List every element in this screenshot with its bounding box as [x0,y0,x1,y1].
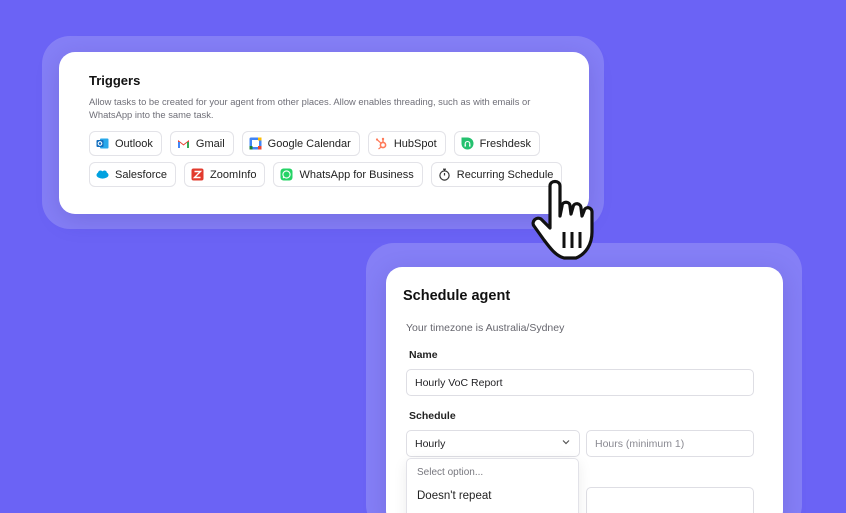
trigger-label: HubSpot [393,137,437,150]
name-label: Name [409,349,438,361]
dropdown-placeholder: Select option... [417,467,484,478]
zoominfo-icon [191,168,204,181]
name-field[interactable]: Hourly VoC Report [406,369,754,396]
trigger-outlook-button[interactable]: Outlook [89,131,162,156]
hours-input-placeholder: Hours (minimum 1) [595,437,685,450]
hand-pointer-cursor-icon [531,179,594,260]
schedule-title: Schedule agent [403,288,511,304]
frequency-dropdown-menu: Select option... Doesn't repeat [406,458,579,513]
triggers-card: Triggers Allow tasks to be created for y… [59,52,589,214]
trigger-salesforce-button[interactable]: Salesforce [89,162,176,187]
triggers-title: Triggers [89,73,141,88]
trigger-label: Salesforce [115,168,167,181]
google-calendar-icon [249,137,262,150]
trigger-label: ZoomInfo [209,168,257,181]
schedule-agent-dialog: Schedule agent Your timezone is Australi… [386,267,783,513]
trigger-label: Google Calendar [267,137,351,150]
trigger-label: WhatsApp for Business [299,168,414,181]
trigger-label: Freshdesk [479,137,531,150]
trigger-hubspot-button[interactable]: HubSpot [367,131,446,156]
trigger-whatsapp-button[interactable]: WhatsApp for Business [273,162,423,187]
schedule-label: Schedule [409,410,456,422]
trigger-label: Gmail [195,137,225,150]
dropdown-option-doesnt-repeat[interactable]: Doesn't repeat [407,478,578,502]
triggers-description: Allow tasks to be created for your agent… [89,96,531,120]
hubspot-icon [375,137,388,150]
whatsapp-icon [280,168,293,181]
hours-input[interactable]: Hours (minimum 1) [586,430,754,457]
trigger-freshdesk-button[interactable]: Freshdesk [453,131,540,156]
triggers-row-2: Salesforce ZoomInfo WhatsApp for Busines… [89,162,563,187]
outlook-icon [96,137,109,150]
name-field-value: Hourly VoC Report [415,376,503,389]
salesforce-icon [96,168,109,181]
chevron-down-icon [561,437,571,450]
timezone-text: Your timezone is Australia/Sydney [406,322,565,334]
gmail-icon [177,137,190,150]
stopwatch-icon [438,168,451,181]
schedule-field-partial[interactable] [586,487,754,513]
freshdesk-icon [461,137,474,150]
triggers-row-1: Outlook Gmail Google Calendar HubSpot Fr… [89,131,540,156]
frequency-select-value: Hourly [415,437,446,450]
trigger-zoominfo-button[interactable]: ZoomInfo [183,162,266,187]
trigger-google-calendar-button[interactable]: Google Calendar [241,131,360,156]
trigger-label: Outlook [115,137,153,150]
frequency-select[interactable]: Hourly [406,430,580,457]
trigger-gmail-button[interactable]: Gmail [169,131,234,156]
